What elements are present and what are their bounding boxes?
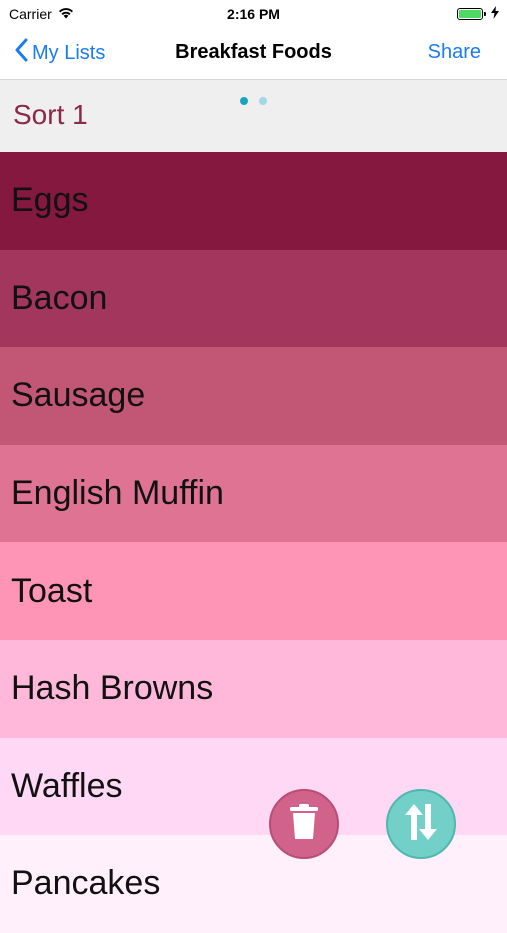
page-dot-active — [240, 97, 248, 105]
page-dot — [259, 97, 267, 105]
list-item-label: Toast — [11, 571, 93, 610]
sort-button[interactable] — [386, 789, 456, 859]
status-time: 2:16 PM — [227, 6, 280, 22]
list-item-label: Eggs — [11, 181, 89, 220]
list-item-label: Sausage — [11, 376, 146, 415]
share-button[interactable]: Share — [428, 41, 481, 64]
list-item[interactable]: Eggs — [0, 152, 507, 250]
list-item[interactable]: Sausage — [0, 347, 507, 445]
list-item[interactable]: Bacon — [0, 249, 507, 348]
list-item[interactable]: English Muffin — [0, 444, 507, 543]
sort-arrows-icon — [403, 802, 439, 847]
page-indicator[interactable] — [240, 97, 267, 105]
navigation-bar: My Lists Breakfast Foods Share — [0, 28, 507, 80]
list-item[interactable]: Toast — [0, 542, 507, 640]
charging-icon — [491, 6, 499, 22]
delete-button[interactable] — [269, 789, 339, 859]
list-item[interactable]: Hash Browns — [0, 639, 507, 738]
trash-icon — [289, 803, 319, 845]
list-item-label: English Muffin — [11, 474, 224, 513]
sort-header: Sort 1 — [0, 80, 507, 152]
battery-icon — [457, 8, 486, 20]
list-item-label: Hash Browns — [11, 669, 214, 708]
list-item-label: Bacon — [11, 278, 108, 317]
list-item-label: Waffles — [11, 766, 123, 805]
sort-label: Sort 1 — [13, 99, 88, 130]
status-bar: Carrier 2:16 PM — [0, 0, 507, 28]
list-item-label: Pancakes — [11, 864, 161, 903]
